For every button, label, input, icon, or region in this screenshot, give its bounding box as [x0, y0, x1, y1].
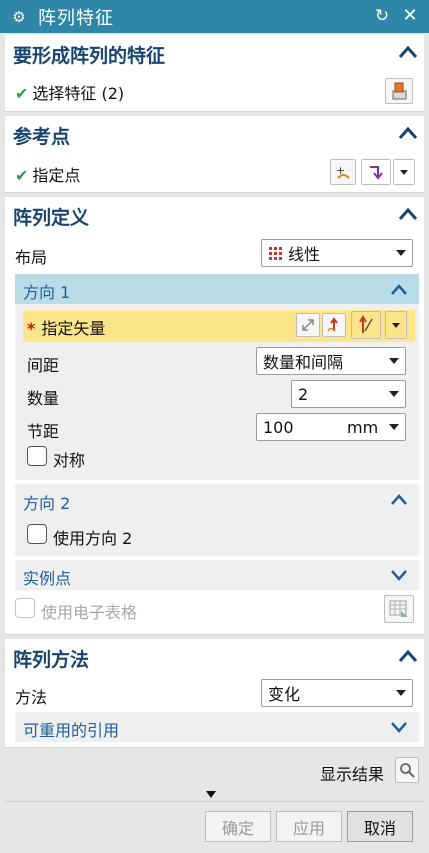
linear-layout-icon: [269, 247, 282, 260]
use-spreadsheet-checkbox[interactable]: [15, 598, 35, 618]
reset-icon[interactable]: ↻: [372, 6, 392, 26]
collapse-direction1-icon[interactable]: [389, 282, 411, 302]
reverse-direction-button[interactable]: [296, 313, 320, 337]
apply-button[interactable]: 应用: [276, 811, 342, 842]
check-icon: ✔: [15, 166, 29, 185]
pitch-label: 节距: [27, 422, 60, 441]
select-feature-label: 选择特征 (2): [32, 84, 125, 103]
chevron-down-icon: [389, 358, 399, 364]
point-type-icon: [370, 166, 383, 180]
title-bar: ⚙ 阵列特征 ↻ ✕: [0, 0, 429, 33]
cancel-button[interactable]: 取消: [347, 811, 413, 842]
specify-point-row[interactable]: ✔ 指定点: [15, 162, 80, 186]
layout-label: 布局: [15, 248, 48, 267]
more-options-toggle[interactable]: [206, 791, 216, 798]
show-results-label: 显示结果: [320, 765, 385, 784]
collapse-pattern-method-icon[interactable]: [397, 648, 419, 668]
pattern-definition-section: 阵列定义 布局 线性 方向 1 * 指定矢量 间距 数量和间隔 数量 2 节距 …: [5, 197, 424, 635]
use-direction2-checkbox[interactable]: [27, 524, 47, 544]
instance-points-title: 实例点: [23, 569, 72, 588]
collapse-direction2-icon[interactable]: [389, 492, 411, 512]
instance-points-panel[interactable]: 实例点: [15, 560, 419, 590]
direction2-title[interactable]: 方向 2: [23, 490, 70, 514]
window-title: 阵列特征: [38, 7, 114, 29]
close-icon[interactable]: ✕: [400, 6, 420, 26]
method-select[interactable]: 变化: [261, 679, 413, 707]
method-value: 变化: [268, 685, 301, 704]
vector-dialog-icon: [327, 317, 338, 332]
pattern-method-section: 阵列方法 方法 变化 可重用的引用: [5, 639, 424, 748]
select-feature-row[interactable]: ✔ 选择特征 (2): [15, 80, 124, 104]
pattern-definition-title: 阵列定义: [13, 207, 90, 229]
specify-vector-label: 指定矢量: [41, 319, 106, 338]
pitch-input[interactable]: 100 mm: [256, 413, 406, 441]
magnifier-icon: [400, 763, 415, 778]
chevron-down-icon: [389, 391, 399, 397]
direction2-panel: 方向 2 使用方向 2: [15, 484, 419, 556]
count-label: 数量: [27, 389, 60, 408]
feature-icon: [392, 82, 407, 100]
check-icon: ✔: [15, 84, 29, 103]
direction1-header[interactable]: 方向 1: [15, 274, 419, 304]
reusable-references-title: 可重用的引用: [23, 721, 120, 740]
chevron-down-icon: [396, 690, 406, 696]
layout-value: 线性: [288, 245, 321, 264]
chevron-down-icon: [392, 322, 400, 328]
ok-button[interactable]: 确定: [205, 811, 271, 842]
vector-type-icon: [359, 315, 373, 333]
vector-type-button[interactable]: [351, 311, 381, 339]
collapse-reference-icon[interactable]: [397, 125, 419, 145]
pattern-method-title: 阵列方法: [13, 649, 90, 671]
point-type-button[interactable]: [361, 159, 391, 185]
reusable-references-panel[interactable]: 可重用的引用: [15, 712, 419, 742]
specify-point-label: 指定点: [32, 166, 81, 185]
chevron-down-icon: [389, 424, 399, 430]
spacing-select[interactable]: 数量和间隔: [256, 347, 406, 375]
pitch-unit: mm: [347, 417, 379, 437]
spacing-label: 间距: [27, 356, 60, 375]
features-title: 要形成阵列的特征: [13, 45, 166, 67]
symmetric-checkbox[interactable]: [27, 446, 47, 466]
spreadsheet-icon: [389, 600, 408, 617]
count-input[interactable]: 2: [291, 380, 406, 408]
features-section: 要形成阵列的特征 ✔ 选择特征 (2): [5, 35, 424, 112]
required-asterisk-icon: *: [27, 319, 36, 338]
chevron-down-icon: [400, 169, 408, 175]
point-dialog-button[interactable]: +: [330, 159, 356, 185]
pitch-value: 100: [263, 417, 294, 437]
expand-reusable-references-icon[interactable]: [389, 720, 409, 734]
collapse-features-icon[interactable]: [397, 44, 419, 64]
chevron-down-icon: [396, 250, 406, 256]
specify-vector-label-wrap: * 指定矢量: [27, 315, 105, 339]
spacing-value: 数量和间隔: [263, 353, 344, 372]
select-feature-button[interactable]: [385, 78, 413, 104]
point-icon: +: [336, 164, 350, 179]
point-type-dropdown[interactable]: [393, 159, 415, 185]
reverse-direction-icon: [302, 319, 314, 331]
count-value: 2: [298, 384, 309, 404]
symmetric-label: 对称: [53, 451, 86, 470]
gear-icon[interactable]: ⚙: [9, 8, 29, 26]
use-direction2-label: 使用方向 2: [53, 529, 133, 548]
layout-select[interactable]: 线性: [261, 239, 413, 267]
expand-instance-points-icon[interactable]: [389, 568, 409, 582]
reference-title: 参考点: [13, 126, 71, 148]
collapse-pattern-definition-icon[interactable]: [397, 206, 419, 226]
vector-dialog-button[interactable]: [322, 313, 346, 337]
method-label: 方法: [15, 688, 48, 707]
show-results-button[interactable]: [395, 757, 419, 783]
reference-section: 参考点 ✔ 指定点 +: [5, 116, 424, 193]
direction1-title: 方向 1: [23, 283, 71, 302]
use-spreadsheet-label: 使用电子表格: [41, 603, 138, 622]
direction1-panel: 方向 1 * 指定矢量 间距 数量和间隔 数量 2 节距 100 mm 对称: [15, 274, 419, 480]
footer-divider: [5, 801, 424, 802]
spreadsheet-button[interactable]: [384, 595, 414, 623]
vector-type-dropdown[interactable]: [385, 311, 407, 339]
